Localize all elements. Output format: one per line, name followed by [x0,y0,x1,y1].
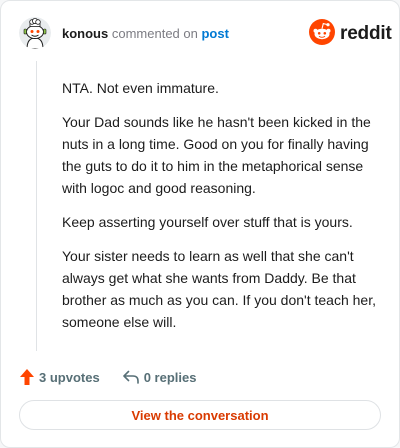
comment-card: konous commented on post reddit NTA. Not… [0,0,400,448]
reply-arrow-icon [122,369,140,385]
reddit-logo[interactable]: reddit [309,18,392,50]
username-link[interactable]: konous [62,26,108,41]
upvote-button[interactable]: 3 upvotes [19,368,100,386]
comment-paragraph: Your sister needs to learn as well that … [62,248,376,330]
comment-paragraph: NTA. Not even immature. [62,80,219,96]
comment-header: konous commented on post [62,26,229,41]
view-conversation-button[interactable]: View the conversation [19,400,381,430]
reddit-wordmark: reddit [340,23,392,44]
comment-actions: 3 upvotes 0 replies [19,367,196,387]
upvote-count: 3 upvotes [39,369,100,385]
reddit-logo-icon [309,18,335,50]
post-link[interactable]: post [201,26,228,41]
upvote-arrow-icon [19,368,35,386]
commented-on-label: commented on [111,26,198,41]
replies-count: 0 replies [143,369,197,385]
comment-paragraph: Your Dad sounds like he hasn't been kick… [62,114,371,196]
comment-paragraph: Keep asserting yourself over stuff that … [62,214,353,230]
replies-button[interactable]: 0 replies [122,369,197,385]
snoo-avatar-icon[interactable] [19,17,51,49]
thread-line [36,61,37,351]
comment-body: NTA. Not even immature. Your Dad sounds … [62,77,380,345]
